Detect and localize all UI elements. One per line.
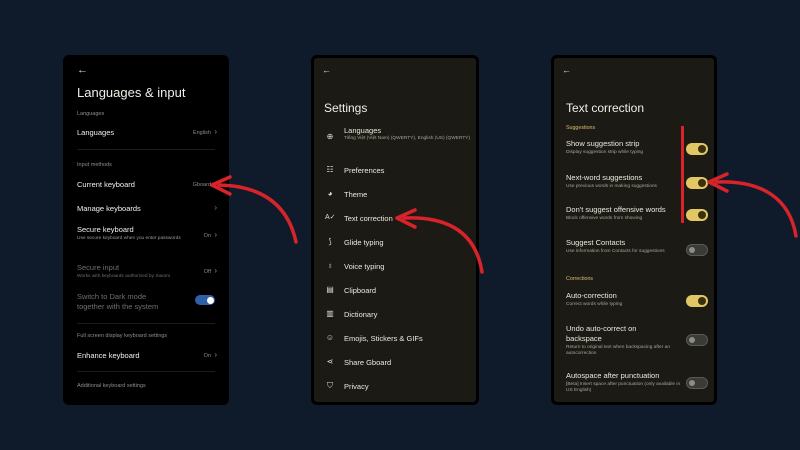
annotation-arrows	[210, 172, 798, 274]
